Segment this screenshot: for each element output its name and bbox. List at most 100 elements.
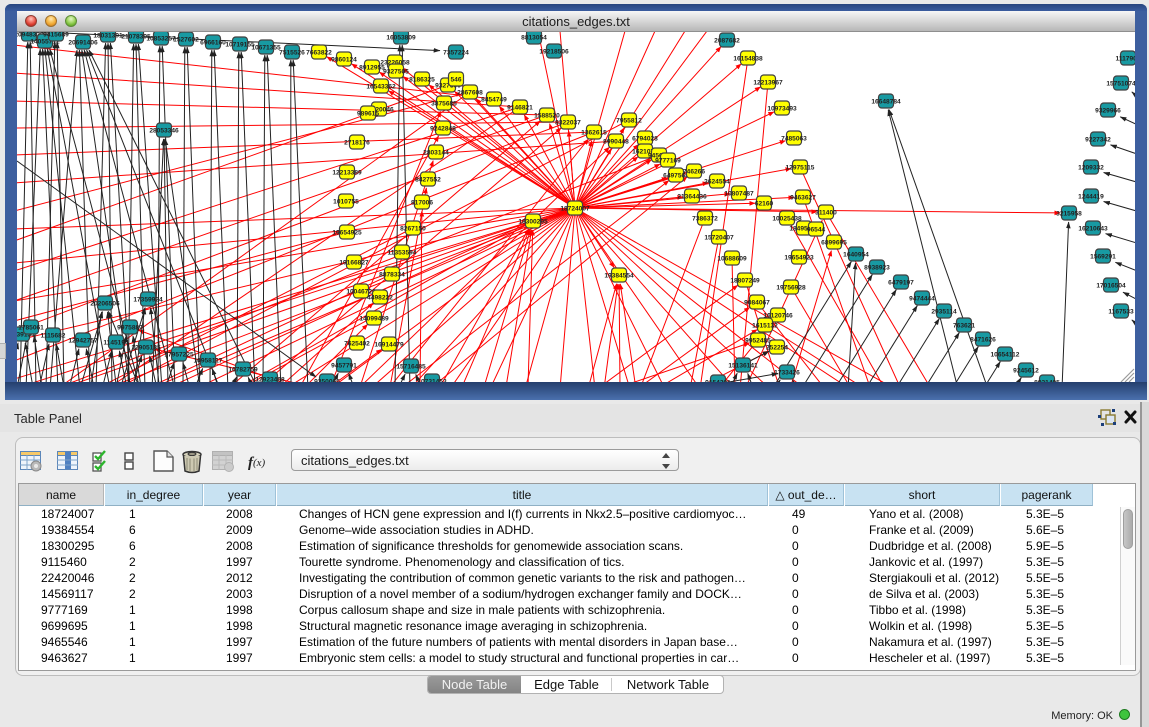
svg-text:11353594: 11353594 [388,249,417,256]
svg-text:989615: 989615 [357,110,379,117]
svg-text:9242848: 9242848 [430,125,456,132]
svg-text:6899695: 6899695 [821,239,847,246]
svg-text:8938923: 8938923 [864,264,890,271]
svg-text:20206506: 20206506 [90,300,120,307]
svg-text:3624554: 3624554 [704,178,730,185]
svg-text:6479197: 6479197 [888,279,914,286]
svg-text:3215958: 3215958 [1056,210,1082,217]
svg-text:10853257: 10853257 [146,35,176,42]
svg-text:9860124: 9860124 [331,56,357,63]
svg-text:19756928: 19756928 [776,284,806,291]
svg-text:1145194: 1145194 [103,339,129,346]
svg-text:7485063: 7485063 [781,135,807,142]
svg-text:8878334: 8878334 [379,271,405,278]
svg-text:15136141: 15136141 [728,362,758,369]
svg-text:1569291: 1569291 [1090,253,1116,260]
svg-text:62160: 62160 [755,200,774,207]
svg-text:16210643: 16210643 [1078,225,1108,232]
svg-text:96544: 96544 [807,226,826,233]
svg-text:2718176: 2718176 [344,139,370,146]
svg-text:8186325: 8186325 [409,76,435,83]
svg-text:12213389: 12213389 [332,169,362,176]
svg-text:3875685: 3875685 [431,100,457,107]
svg-text:2935114: 2935114 [931,308,957,315]
svg-text:8471626: 8471626 [970,336,996,343]
svg-text:17359924: 17359924 [133,296,163,303]
svg-text:746266: 746266 [683,168,705,175]
svg-text:16053809: 16053809 [386,34,416,41]
svg-text:9084067: 9084067 [744,299,770,306]
svg-text:8427552: 8427552 [415,176,441,183]
svg-text:18031391: 18031391 [93,32,123,39]
svg-text:9777169: 9777169 [655,157,681,164]
svg-text:12905135: 12905135 [131,344,161,351]
svg-text:17016504: 17016504 [1096,282,1126,289]
svg-text:6794028: 6794028 [632,135,658,142]
svg-text:6966160: 6966160 [200,39,226,46]
svg-text:10807487: 10807487 [724,190,754,197]
svg-text:15751074: 15751074 [1106,80,1135,87]
svg-text:12975115: 12975115 [786,164,815,171]
svg-text:15716485: 15716485 [396,363,426,370]
svg-text:9327505: 9327505 [383,68,409,75]
svg-text:12213967: 12213967 [753,79,783,86]
svg-text:20691406: 20691406 [68,39,98,46]
svg-text:(x): (x) [253,457,266,469]
svg-text:1167533: 1167533 [1108,308,1134,315]
svg-text:1362615: 1362615 [581,129,607,136]
svg-text:9245612: 9245612 [1013,367,1039,374]
svg-text:7515526: 7515526 [279,49,305,56]
svg-text:10958117: 10958117 [194,357,223,364]
svg-text:1588520: 1588520 [534,112,560,119]
svg-text:7625402: 7625402 [344,340,370,347]
svg-text:19654923: 19654923 [784,254,814,261]
svg-text:9227342: 9227342 [1085,136,1111,143]
svg-text:10654112: 10654112 [991,351,1020,358]
svg-text:8322037: 8322037 [555,119,581,126]
svg-text:7386372: 7386372 [692,215,718,222]
svg-text:8454749: 8454749 [481,96,507,103]
svg-text:9463627: 9463627 [790,194,816,201]
svg-text:16914479: 16914479 [374,341,404,348]
svg-text:10688609: 10688609 [717,255,747,262]
svg-text:763621: 763621 [953,322,975,329]
svg-text:1115682: 1115682 [41,332,66,339]
svg-text:9952485: 9952485 [745,337,771,344]
svg-text:16543362: 16543362 [366,83,396,90]
svg-text:10671355: 10671355 [251,44,281,51]
svg-text:19654925: 19654925 [332,229,362,236]
svg-text:19218506: 19218506 [539,48,569,55]
svg-text:9457791: 9457791 [331,362,357,369]
svg-text:16648784: 16648784 [871,98,901,105]
svg-text:19166827: 19166827 [339,259,369,266]
svg-text:17957225: 17957225 [164,351,194,358]
svg-text:1640954: 1640954 [843,251,869,258]
svg-text:4498222: 4498222 [367,294,393,301]
svg-text:1010755: 1010755 [333,198,359,205]
svg-text:9474444: 9474444 [909,295,935,302]
svg-text:18300295: 18300295 [518,218,548,225]
svg-text:15720407: 15720407 [704,234,734,241]
svg-text:7663822: 7663822 [306,49,332,56]
svg-text:252254: 252254 [766,344,788,351]
svg-text:10973493: 10973493 [767,105,797,112]
svg-text:18724007: 18724007 [560,205,590,212]
svg-text:817006: 817006 [411,199,433,206]
svg-text:16782759: 16782759 [228,366,258,373]
svg-text:8813054: 8813054 [521,34,547,41]
svg-text:1209332: 1209332 [1078,164,1104,171]
svg-text:7955812: 7955812 [616,117,642,124]
svg-text:12942757: 12942757 [68,337,98,344]
svg-text:2803144: 2803144 [423,149,449,156]
svg-text:9415689: 9415689 [43,32,69,38]
svg-text:8267150: 8267150 [400,225,426,232]
svg-text:8990448: 8990448 [603,138,629,145]
svg-text:18807249: 18807249 [730,277,760,284]
svg-text:14099489: 14099489 [359,315,389,322]
svg-text:1785061: 1785061 [18,324,44,331]
svg-text:19384554: 19384554 [604,272,634,279]
svg-text:28053346: 28053346 [149,127,179,134]
svg-text:311400: 311400 [815,209,837,216]
svg-text:21364436: 21364436 [677,193,707,200]
svg-text:2867608: 2867608 [457,89,483,96]
